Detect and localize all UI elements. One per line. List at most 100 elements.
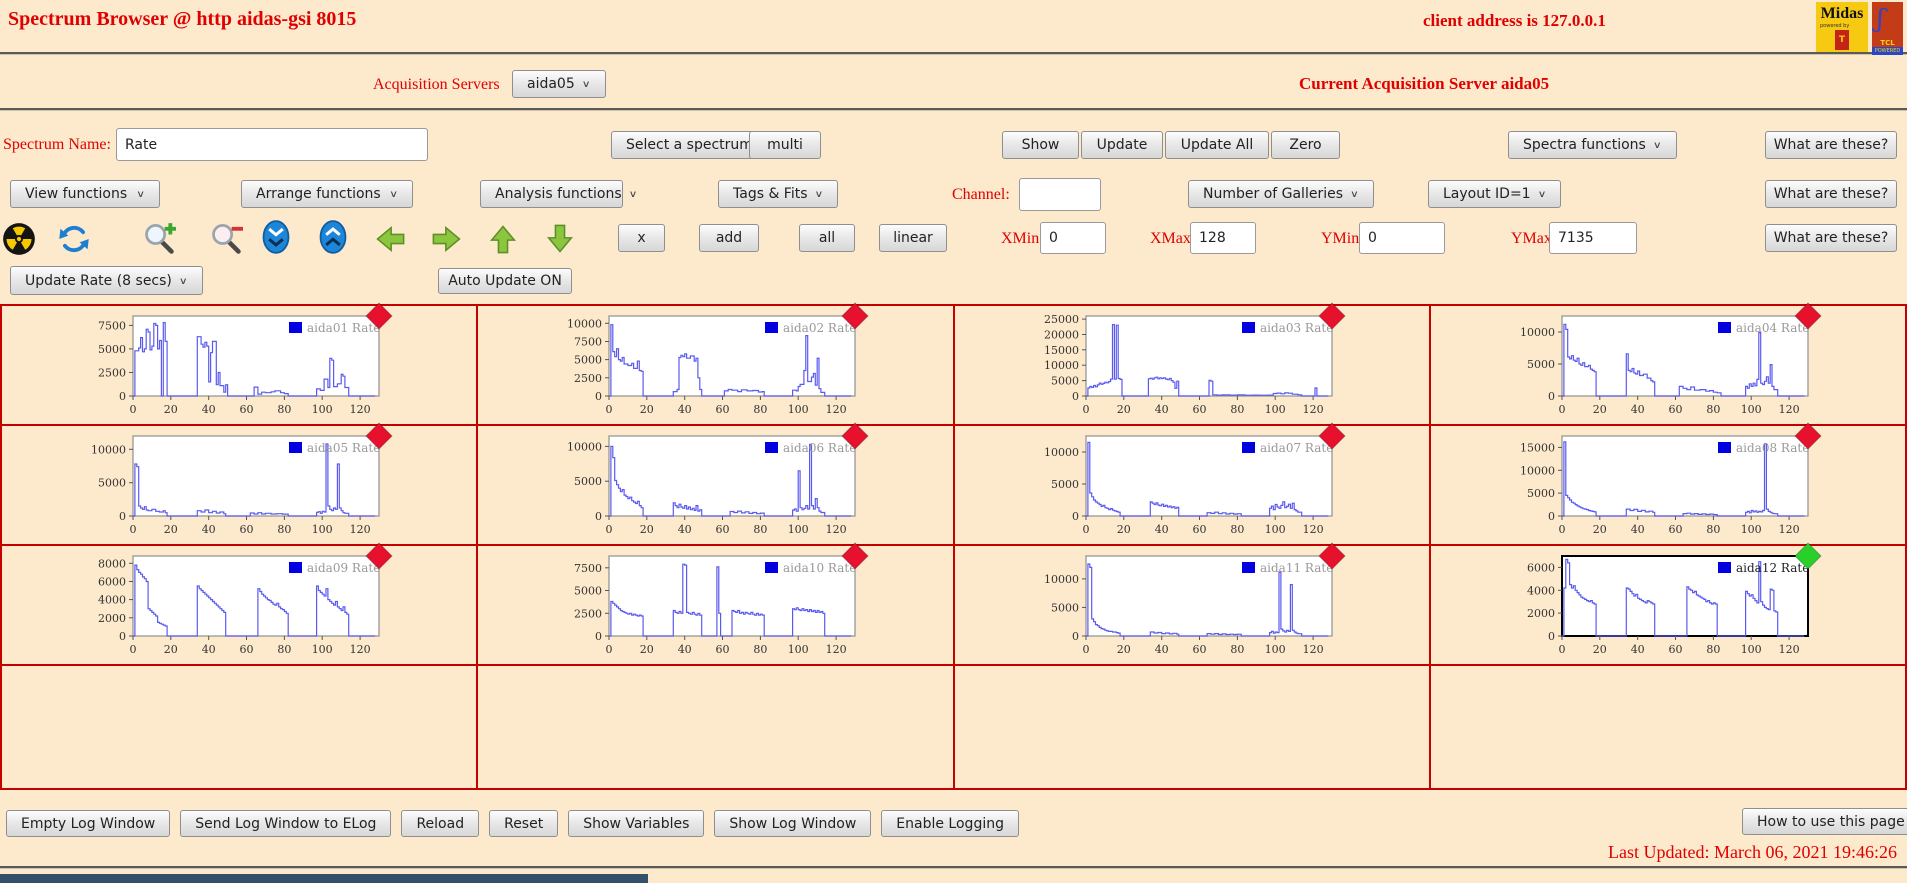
what-are-these-button[interactable]: What are these? [1765,224,1897,252]
ymin-input[interactable] [1359,222,1445,254]
gallery-cell[interactable]: 0 5000 10000 0 20 40 60 80 100 120 aida06 Rate [477,422,954,548]
divider [0,866,1907,869]
svg-text:60: 60 [240,523,254,536]
empty-log-window-button[interactable]: Empty Log Window [6,810,171,837]
right-arrow-icon[interactable] [430,222,464,256]
tcl-logo[interactable]: ʃ TCL POWERED [1872,2,1903,55]
spectrum-chart-aida06[interactable]: 0 5000 10000 0 20 40 60 80 100 120 aida06 Rate [561,422,870,548]
spectrum-chart-aida10[interactable]: 0 2500 5000 7500 0 20 40 60 80 100 120 aida10 Rate [561,542,870,668]
gallery-cell[interactable]: 0 5000 10000 0 20 40 60 80 100 120 aida11 Rate [953,542,1430,668]
chevron-down-icon: ∨ [1350,188,1359,200]
ymax-input[interactable] [1549,222,1637,254]
midas-logo[interactable]: Midas powered by T [1816,2,1868,55]
show-log-window-button[interactable]: Show Log Window [714,810,872,837]
svg-text:0: 0 [595,630,602,643]
update-all-button[interactable]: Update All [1165,131,1269,159]
analysis-functions-dropdown[interactable]: Analysis functions ∨ [480,180,637,208]
update-rate-dropdown[interactable]: Update Rate (8 secs) ∨ [10,266,203,295]
spectrum-chart-aida04[interactable]: 0 5000 10000 0 20 40 60 80 100 120 aida04 Rate [1514,302,1822,428]
what-are-these-button[interactable]: What are these? [1765,131,1897,159]
arrange-functions-dropdown[interactable]: Arrange functions ∨ [241,180,413,208]
spectrum-chart-aida09[interactable]: 0 2000 4000 6000 8000 0 20 40 60 80 100 120 aida09 R… [85,542,393,668]
svg-text:0: 0 [595,390,602,403]
svg-text:2000: 2000 [1527,607,1555,620]
gallery-cell[interactable]: 0 5000 10000 15000 20000 25000 0 20 40 60 80 100 120… [953,302,1430,428]
xmin-input[interactable] [1040,222,1106,254]
spectrum-chart-aida07[interactable]: 0 5000 10000 0 20 40 60 80 100 120 aida07 Rate [1038,422,1346,548]
multi-button[interactable]: multi [749,131,821,159]
up-arrow-icon[interactable] [486,222,520,256]
x-button[interactable]: x [618,224,665,252]
svg-text:5000: 5000 [98,343,126,356]
svg-text:0: 0 [595,510,602,523]
reload-button[interactable]: Reload [401,810,480,837]
auto-update-button[interactable]: Auto Update ON [438,268,572,294]
svg-text:60: 60 [1192,643,1206,656]
svg-text:40: 40 [678,403,692,416]
down-arrow-icon[interactable] [543,222,577,256]
gallery-cell[interactable]: 0 5000 10000 0 20 40 60 80 100 120 aida04 Rate [1429,302,1906,428]
svg-text:120: 120 [350,643,371,656]
chevron-down-icon: ∨ [136,188,145,200]
spectrum-chart-aida12[interactable]: 0 2000 4000 6000 0 20 40 60 80 100 120 aida12 Rate [1514,542,1822,668]
gallery-cell[interactable]: 0 2000 4000 6000 8000 0 20 40 60 80 100 120 aida09 R… [1,542,478,668]
gallery-cell[interactable]: 0 5000 10000 0 20 40 60 80 100 120 aida05 Rate [1,422,478,548]
svg-text:40: 40 [678,523,692,536]
radiation-icon[interactable] [2,222,36,256]
gallery-cell[interactable]: 0 2500 5000 7500 10000 0 20 40 60 80 100 120 aida02 … [477,302,954,428]
zoom-in-icon[interactable] [142,222,176,256]
how-to-use-this-page-button[interactable]: How to use this page [1742,808,1907,835]
spectrum-chart-aida03[interactable]: 0 5000 10000 15000 20000 25000 0 20 40 60 80 100 120… [1038,302,1346,428]
view-functions-dropdown[interactable]: View functions ∨ [10,180,160,208]
reset-button[interactable]: Reset [489,810,559,837]
svg-text:100: 100 [1741,523,1762,536]
all-button[interactable]: all [799,224,855,252]
svg-text:8000: 8000 [98,557,126,570]
spectrum-chart-aida11[interactable]: 0 5000 10000 0 20 40 60 80 100 120 aida11 Rate [1038,542,1346,668]
tags-and-fits-dropdown[interactable]: Tags & Fits ∨ [718,180,839,208]
refresh-icon[interactable] [57,222,91,256]
svg-text:40: 40 [1631,643,1645,656]
what-are-these-button[interactable]: What are these? [1765,180,1897,208]
svg-text:5000: 5000 [574,585,602,598]
chevron-down-icon: ∨ [389,188,398,200]
channel-input[interactable] [1019,178,1101,211]
spectrum-chart-aida05[interactable]: 0 5000 10000 0 20 40 60 80 100 120 aida05 Rate [85,422,393,548]
spectrum-chart-aida01[interactable]: 0 2500 5000 7500 0 20 40 60 80 100 120 aida01 Rate [85,302,393,428]
svg-text:60: 60 [1192,403,1206,416]
number-of-galleries-dropdown[interactable]: Number of Galleries ∨ [1188,180,1374,208]
zoom-out-icon[interactable] [209,222,243,256]
svg-text:25000: 25000 [1044,313,1079,326]
collapse-vertical-icon[interactable] [259,220,293,254]
svg-text:80: 80 [1706,403,1720,416]
update-button[interactable]: Update [1081,131,1163,159]
show-button[interactable]: Show [1002,131,1079,159]
gallery-cell [1,665,478,789]
spectrum-chart-aida02[interactable]: 0 2500 5000 7500 10000 0 20 40 60 80 100 120 aida02 … [561,302,870,428]
xmax-input[interactable] [1190,222,1256,254]
spectrum-browser-page: Spectrum Browser @ http aidas-gsi 8015 c… [0,0,1907,883]
layout-id-dropdown[interactable]: Layout ID=1 ∨ [1428,180,1562,208]
gallery-cell[interactable]: 0 2500 5000 7500 0 20 40 60 80 100 120 aida10 Rate [477,542,954,668]
linear-button[interactable]: linear [879,224,947,252]
gallery-cell[interactable]: 0 2000 4000 6000 0 20 40 60 80 100 120 aida12 Rate [1429,542,1906,668]
enable-logging-button[interactable]: Enable Logging [881,810,1019,837]
send-log-window-to-elog-button[interactable]: Send Log Window to ELog [180,810,392,837]
svg-text:0: 0 [606,403,613,416]
spectrum-name-input[interactable] [116,128,428,161]
spectra-functions-dropdown[interactable]: Spectra functions ∨ [1508,131,1677,159]
svg-text:20: 20 [1593,523,1607,536]
acquisition-server-select[interactable]: aida05 ∨ [512,70,606,98]
chart-legend-label: aida09 Rate [307,561,380,575]
svg-text:100: 100 [788,643,809,656]
zero-button[interactable]: Zero [1271,131,1340,159]
svg-text:0: 0 [119,510,126,523]
spectrum-chart-aida08[interactable]: 0 5000 10000 15000 0 20 40 60 80 100 120 aida08 Rat… [1514,422,1822,548]
add-button[interactable]: add [699,224,759,252]
expand-vertical-icon[interactable] [316,220,350,254]
gallery-cell[interactable]: 0 5000 10000 0 20 40 60 80 100 120 aida07 Rate [953,422,1430,548]
show-variables-button[interactable]: Show Variables [568,810,705,837]
gallery-cell[interactable]: 0 5000 10000 15000 0 20 40 60 80 100 120 aida08 Rat… [1429,422,1906,548]
gallery-cell[interactable]: 0 2500 5000 7500 0 20 40 60 80 100 120 aida01 Rate [1,302,478,428]
left-arrow-icon[interactable] [373,222,407,256]
